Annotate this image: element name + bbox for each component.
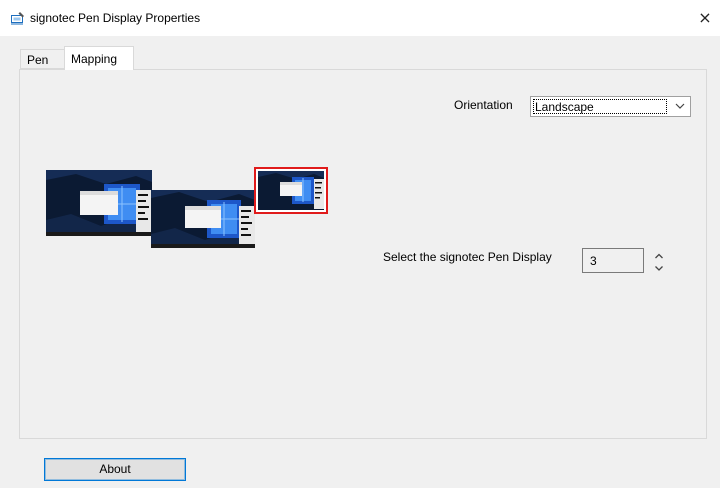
display-3-thumbnail[interactable] xyxy=(254,167,328,214)
orientation-label: Orientation xyxy=(454,98,513,112)
select-display-label: Select the signotec Pen Display xyxy=(383,250,552,264)
chevron-down-icon xyxy=(673,100,687,113)
title-bar: signotec Pen Display Properties × xyxy=(0,0,720,36)
about-button[interactable]: About xyxy=(44,458,186,481)
display-1-thumbnail[interactable] xyxy=(46,170,152,236)
orientation-value: Landscape xyxy=(533,99,667,114)
chevron-up-icon[interactable] xyxy=(652,251,666,262)
pen-display-icon xyxy=(10,11,26,25)
tab-pen[interactable]: Pen xyxy=(20,49,64,69)
chevron-down-icon[interactable] xyxy=(652,263,666,274)
display-2-thumbnail[interactable] xyxy=(151,190,255,248)
tab-mapping[interactable]: Mapping xyxy=(64,46,134,70)
display-number-spinner xyxy=(652,251,666,275)
display-3-screen xyxy=(258,171,324,210)
display-number-field[interactable] xyxy=(582,248,644,273)
orientation-dropdown[interactable]: Landscape xyxy=(530,96,691,117)
properties-window: signotec Pen Display Properties × Pen Ma… xyxy=(0,0,720,488)
window-title: signotec Pen Display Properties xyxy=(30,11,201,25)
close-icon[interactable]: × xyxy=(694,7,716,29)
